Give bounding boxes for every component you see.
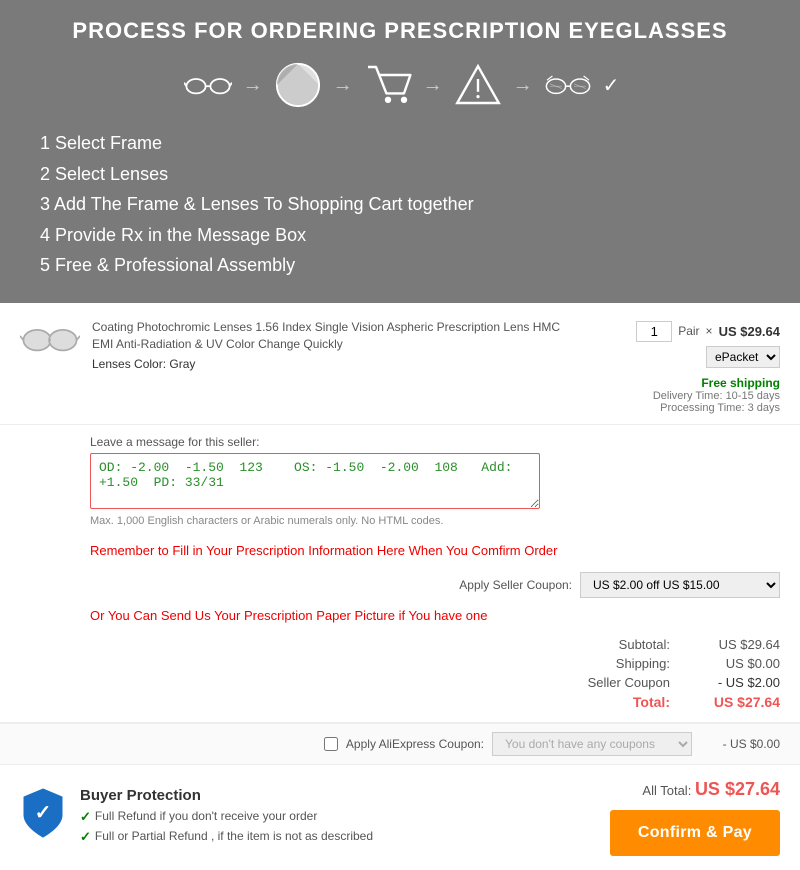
step4-icon (451, 58, 505, 112)
subtotal-label: Subtotal: (590, 637, 670, 652)
shipping-select[interactable]: ePacket (706, 346, 780, 368)
free-shipping: Free shipping (650, 376, 780, 390)
total-row: Total: US $27.64 (590, 694, 780, 710)
protection-item-1: ✓ Full Refund if you don't receive your … (80, 808, 373, 826)
step1-text: 1 Select Frame (40, 128, 770, 159)
ali-coupon-checkbox[interactable] (324, 737, 338, 751)
protection-title: Buyer Protection (80, 787, 373, 804)
step4-text: 4 Provide Rx in the Message Box (40, 220, 770, 251)
qty-price: Pair × US $29.64 (636, 321, 780, 342)
step3-text: 3 Add The Frame & Lenses To Shopping Car… (40, 189, 770, 220)
aliexpress-coupon-row: Apply AliExpress Coupon: You don't have … (0, 723, 800, 764)
ali-discount: - US $0.00 (700, 737, 780, 751)
protection-item-1-text: Full Refund if you don't receive your or… (95, 808, 317, 825)
total-label: Total: (590, 694, 670, 710)
or-send-text: Or You Can Send Us Your Prescription Pap… (0, 604, 800, 633)
ali-coupon-label: Apply AliExpress Coupon: (346, 737, 484, 751)
delivery-time: Delivery Time: 10-15 days (650, 390, 780, 402)
message-input[interactable] (90, 453, 540, 509)
protection-item-2-text: Full or Partial Refund , if the item is … (95, 828, 373, 845)
product-details: Coating Photochromic Lenses 1.56 Index S… (92, 319, 568, 371)
message-label: Leave a message for this seller: (90, 435, 780, 449)
shipping-value: US $0.00 (700, 656, 780, 671)
product-image (20, 323, 80, 358)
coupon-select[interactable]: US $2.00 off US $15.00 (580, 572, 780, 598)
totals-area: Subtotal: US $29.64 Shipping: US $0.00 S… (0, 633, 800, 723)
arrow3: → (423, 74, 443, 97)
arrow4: → (513, 74, 533, 97)
reminder-text: Remember to Fill in Your Prescription In… (0, 537, 800, 562)
step5-text: 5 Free & Professional Assembly (40, 250, 770, 281)
shield-icon: ✓ (20, 787, 66, 837)
shipping-row: Shipping: US $0.00 (590, 656, 780, 671)
qty-input[interactable] (636, 321, 672, 342)
done-checkmark: ✓ (603, 73, 620, 98)
step5-icon (541, 58, 595, 112)
right-section: All Total: US $27.64 Confirm & Pay (610, 779, 780, 856)
lens-color: Lenses Color: Gray (92, 357, 568, 371)
step2-icon (271, 58, 325, 112)
pair-label: Pair (678, 324, 699, 338)
subtotal-row: Subtotal: US $29.64 (590, 637, 780, 652)
step3-icon (361, 58, 415, 112)
step1-icon (181, 58, 235, 112)
ali-coupon-select[interactable]: You don't have any coupons (492, 732, 692, 756)
message-hint: Max. 1,000 English characters or Arabic … (90, 515, 780, 527)
all-total-value: US $27.64 (695, 779, 780, 799)
unit-price: US $29.64 (719, 324, 780, 339)
processing-time: Processing Time: 3 days (650, 402, 780, 414)
shipping-label: Shipping: (590, 656, 670, 671)
steps-icons: → → → → (30, 58, 770, 112)
confirm-pay-button[interactable]: Confirm & Pay (610, 810, 780, 856)
all-total-row: All Total: US $27.64 (642, 779, 780, 800)
main-content: Coating Photochromic Lenses 1.56 Index S… (0, 303, 800, 870)
order-row: Coating Photochromic Lenses 1.56 Index S… (0, 303, 800, 425)
bottom-bar: ✓ Buyer Protection ✓ Full Refund if you … (0, 764, 800, 870)
shipping-method: ePacket (706, 346, 780, 368)
shipping-info: Free shipping Delivery Time: 10-15 days … (650, 376, 780, 414)
subtotal-value: US $29.64 (700, 637, 780, 652)
product-name: Coating Photochromic Lenses 1.56 Index S… (92, 319, 568, 353)
seller-coupon-row: Seller Coupon - US $2.00 (588, 675, 780, 690)
step2-text: 2 Select Lenses (40, 159, 770, 190)
seller-coupon-label: Seller Coupon (588, 675, 670, 690)
top-banner: PROCESS FOR ORDERING PRESCRIPTION EYEGLA… (0, 0, 800, 303)
lens-color-value: Gray (169, 357, 195, 371)
protection-text: Buyer Protection ✓ Full Refund if you do… (80, 787, 373, 848)
coupon-label: Apply Seller Coupon: (459, 578, 572, 592)
all-total-label: All Total: (642, 783, 691, 798)
banner-title: PROCESS FOR ORDERING PRESCRIPTION EYEGLA… (30, 18, 770, 44)
message-area: Leave a message for this seller: Max. 1,… (0, 425, 800, 537)
buyer-protection: ✓ Buyer Protection ✓ Full Refund if you … (20, 787, 373, 848)
protection-item-2: ✓ Full or Partial Refund , if the item i… (80, 828, 373, 846)
svg-text:✓: ✓ (35, 802, 52, 824)
total-value: US $27.64 (700, 694, 780, 710)
steps-list: 1 Select Frame 2 Select Lenses 3 Add The… (30, 128, 770, 281)
lens-color-label: Lenses Color: (92, 357, 166, 371)
coupon-row: Apply Seller Coupon: US $2.00 off US $15… (0, 562, 800, 604)
seller-coupon-value: - US $2.00 (700, 675, 780, 690)
arrow1: → (243, 74, 263, 97)
arrow2: → (333, 74, 353, 97)
